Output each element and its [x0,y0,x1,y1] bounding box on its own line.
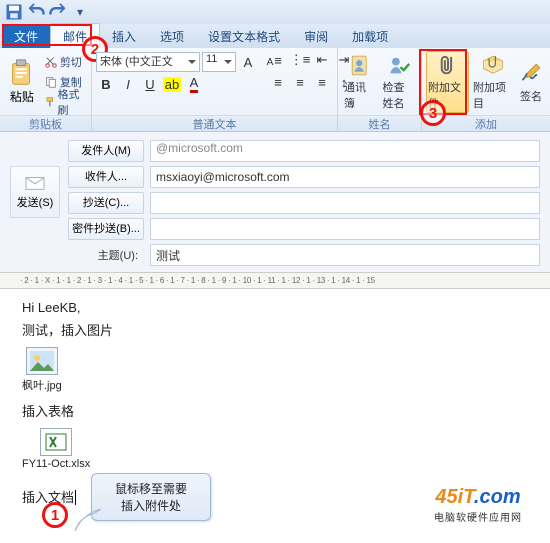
indent-icon[interactable]: ⇥ [334,50,354,70]
italic-button[interactable]: I [118,74,138,94]
group-add: 附加文件 附加项目 签名 添加 [422,48,550,131]
watermark-logo: 45iT.com 电脑软硬件应用网 [434,486,522,524]
bcc-button[interactable]: 密件抄送(B)... [68,218,144,240]
ruler: · 2 · 1 · X · 1 · 1 · 2 · 1 · 3 · 1 · 4 … [0,272,550,289]
logo-text-2: .com [474,486,521,508]
attach-file-button[interactable]: 附加文件 [426,51,469,113]
subject-label: 主题(U): [68,247,144,263]
send-button[interactable]: 发送(S) [10,166,60,218]
tab-addins[interactable]: 加载项 [340,24,400,48]
logo-text-1: 45iT [435,486,474,508]
redo-icon[interactable] [48,3,68,21]
signature-label: 签名 [520,88,542,104]
cc-button[interactable]: 抄送(C)... [68,192,144,214]
bullets-icon[interactable]: ≡ [268,50,288,70]
group-font: 宋体 (中文正文 11 A A B I U ab A ≡ ⋮≡ ⇤ ⇥ [92,48,338,131]
tab-options[interactable]: 选项 [148,24,196,48]
tab-format[interactable]: 设置文本格式 [196,24,292,48]
attachment-xlsx-name: FY11-Oct.xlsx [22,458,90,470]
group-names-label: 姓名 [338,115,421,131]
compose-header: 发送(S) 发件人(M) @microsoft.com 收件人... 抄送(C).… [0,132,550,272]
subject-input[interactable] [150,244,540,266]
callout-line1: 鼠标移至需要 [100,480,202,497]
group-clipboard: 粘贴 剪切 复制 格式刷 剪贴板 [0,48,92,131]
picture-icon [26,347,58,375]
save-icon[interactable] [4,3,24,21]
undo-icon[interactable] [26,3,46,21]
attach-item-label: 附加项目 [473,79,512,111]
line-spacing-icon[interactable]: ↕ [334,72,354,92]
font-name-select[interactable]: 宋体 (中文正文 [96,52,200,72]
ribbon-tabs: 文件 邮件 插入 选项 设置文本格式 审阅 加载项 [0,24,550,48]
qat-more-icon[interactable]: ▾ [70,3,90,21]
group-add-label: 添加 [422,115,550,131]
font-size-select[interactable]: 11 [202,52,236,72]
callout-line2: 插入附件处 [100,497,202,514]
cut-button[interactable]: 剪切 [42,52,87,71]
cut-label: 剪切 [60,54,82,70]
callout: 鼠标移至需要插入附件处 [91,473,211,521]
paste-button[interactable]: 粘贴 [4,58,40,105]
bold-button[interactable]: B [96,74,116,94]
tab-file[interactable]: 文件 [2,24,50,48]
quick-access-toolbar: ▾ [0,0,550,24]
body-line-greeting: Hi LeeKB, [22,300,528,315]
body-line-img-caption: 测试，插入图片 [22,320,528,339]
excel-icon [40,428,72,456]
format-painter-button[interactable]: 格式刷 [42,92,87,111]
to-button[interactable]: 收件人... [68,166,144,188]
font-color-icon[interactable]: A [184,74,204,94]
from-value: @microsoft.com [150,140,540,162]
attachment-image[interactable]: 枫叶.jpg [22,347,62,393]
numbering-icon[interactable]: ⋮≡ [290,50,310,70]
group-font-label: 普通文本 [92,115,337,131]
cc-input[interactable] [150,192,540,214]
tab-review[interactable]: 审阅 [292,24,340,48]
attachment-image-name: 枫叶.jpg [22,377,62,393]
paste-label: 粘贴 [10,88,34,105]
to-input[interactable] [150,166,540,188]
attachment-xlsx[interactable]: FY11-Oct.xlsx [22,428,90,470]
highlight-icon[interactable]: ab [162,74,182,94]
align-center-icon[interactable]: ≡ [290,72,310,92]
signature-button[interactable]: 签名 [516,51,546,113]
tab-mail[interactable]: 邮件 [50,23,100,48]
check-names-label: 检查姓名 [383,79,416,111]
underline-button[interactable]: U [140,74,160,94]
send-label: 发送(S) [17,194,54,210]
tab-insert[interactable]: 插入 [100,24,148,48]
logo-subtitle: 电脑软硬件应用网 [434,509,522,524]
bcc-input[interactable] [150,218,540,240]
outdent-icon[interactable]: ⇤ [312,50,332,70]
attach-item-button[interactable]: 附加项目 [471,51,514,113]
ribbon: 粘贴 剪切 复制 格式刷 剪贴板 宋体 (中文正文 11 A A B I [0,48,550,132]
format-painter-label: 格式刷 [57,86,85,118]
check-names-button[interactable]: 检查姓名 [381,51,418,113]
from-button[interactable]: 发件人(M) [68,140,144,162]
body-line-table-caption: 插入表格 [22,401,528,420]
grow-font-icon[interactable]: A [238,52,258,72]
attach-file-label: 附加文件 [428,79,467,111]
align-right-icon[interactable]: ≡ [312,72,332,92]
group-clipboard-label: 剪贴板 [0,115,91,131]
align-left-icon[interactable]: ≡ [268,72,288,92]
